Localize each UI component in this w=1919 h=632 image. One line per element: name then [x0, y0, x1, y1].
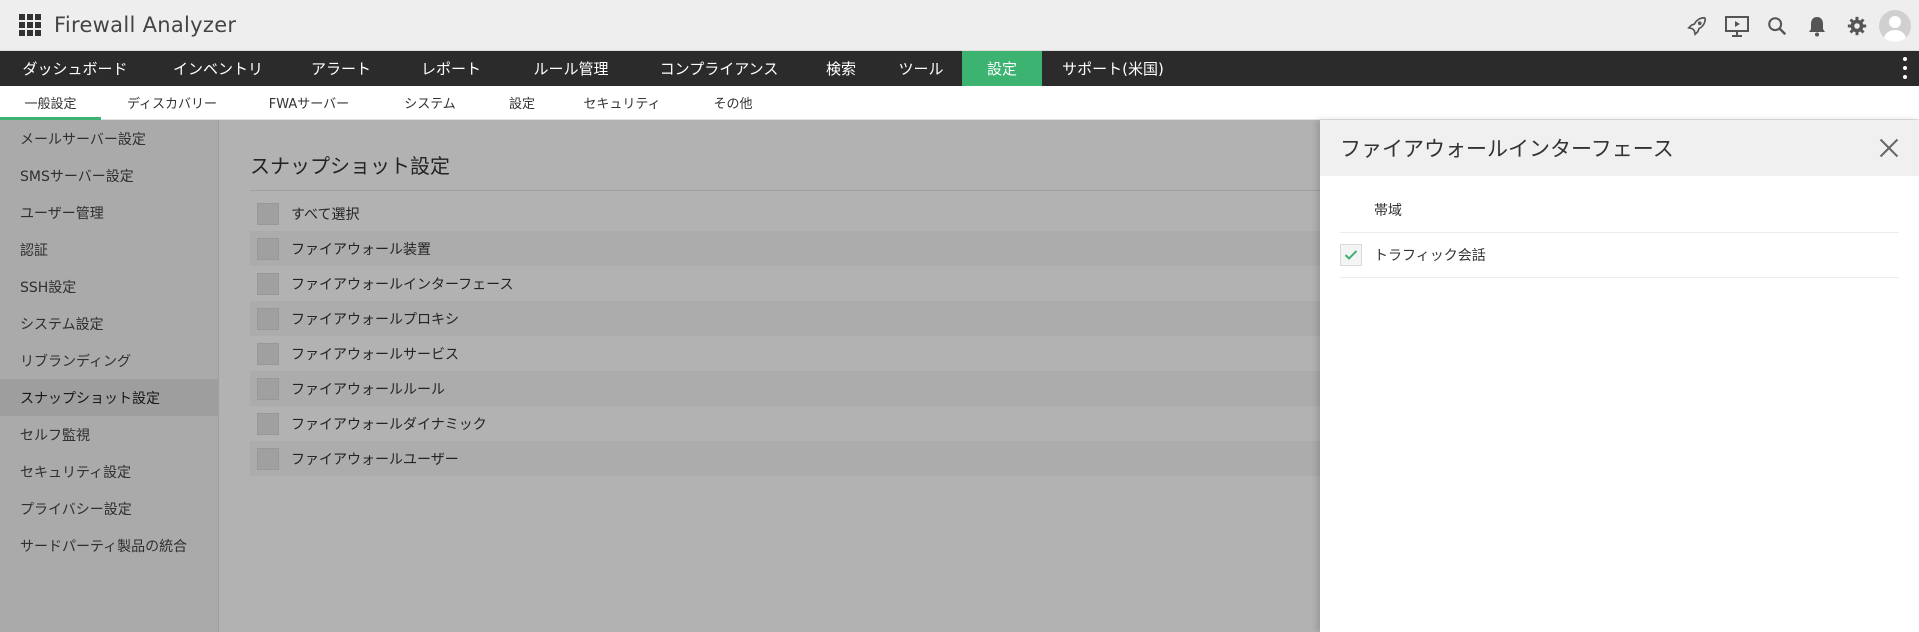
subnav-fwa-server[interactable]: FWAサーバー: [243, 86, 375, 119]
nav-settings[interactable]: 設定: [962, 51, 1042, 86]
subnav-system[interactable]: システム: [375, 86, 485, 119]
nav-search[interactable]: 検索: [802, 51, 880, 86]
nav-support[interactable]: サポート(米国): [1042, 51, 1184, 86]
apps-grid-icon[interactable]: [19, 14, 41, 36]
nav-rule-management[interactable]: ルール管理: [506, 51, 636, 86]
panel-title: ファイアウォールインターフェース: [1340, 137, 1674, 161]
panel-row-traffic-conversation[interactable]: トラフィック会話: [1340, 233, 1899, 278]
main-nav: ダッシュボード インベントリ アラート レポート ルール管理 コンプライアンス …: [0, 51, 1919, 86]
subnav-security[interactable]: セキュリティ: [559, 86, 685, 119]
top-bar: Firewall Analyzer: [0, 0, 1919, 51]
panel-header: ファイアウォールインターフェース: [1320, 120, 1919, 176]
interface-detail-panel: ファイアウォールインターフェース 帯域 トラフィック会話: [1320, 120, 1919, 632]
nav-dashboard[interactable]: ダッシュボード: [0, 51, 150, 86]
nav-inventory[interactable]: インベントリ: [150, 51, 286, 86]
nav-tools[interactable]: ツール: [880, 51, 962, 86]
header-icons: [1677, 0, 1919, 51]
more-menu-icon[interactable]: [1903, 57, 1907, 79]
subnav-other[interactable]: その他: [685, 86, 781, 119]
panel-row-bandwidth[interactable]: 帯域: [1340, 188, 1899, 233]
subnav-general-settings[interactable]: 一般設定: [0, 86, 101, 120]
subnav-discovery[interactable]: ディスカバリー: [101, 86, 243, 119]
user-avatar-icon[interactable]: [1879, 9, 1911, 42]
checkbox[interactable]: [1340, 199, 1362, 221]
nav-alerts[interactable]: アラート: [286, 51, 396, 86]
panel-row-label: トラフィック会話: [1374, 248, 1486, 264]
bell-icon[interactable]: [1797, 0, 1837, 51]
presentation-icon[interactable]: [1717, 0, 1757, 51]
nav-compliance[interactable]: コンプライアンス: [636, 51, 802, 86]
search-icon[interactable]: [1757, 0, 1797, 51]
sub-nav: 一般設定 ディスカバリー FWAサーバー システム 設定 セキュリティ その他: [0, 86, 1919, 120]
nav-reports[interactable]: レポート: [396, 51, 506, 86]
panel-row-label: 帯域: [1374, 203, 1402, 219]
checkbox-checked[interactable]: [1340, 244, 1362, 266]
check-icon: [1344, 250, 1358, 260]
subnav-settings[interactable]: 設定: [485, 86, 559, 119]
app-title: Firewall Analyzer: [54, 13, 237, 37]
modal-overlay[interactable]: [0, 120, 1320, 632]
close-icon[interactable]: [1877, 136, 1901, 160]
rocket-icon[interactable]: [1677, 0, 1717, 51]
gear-icon[interactable]: [1837, 0, 1877, 51]
